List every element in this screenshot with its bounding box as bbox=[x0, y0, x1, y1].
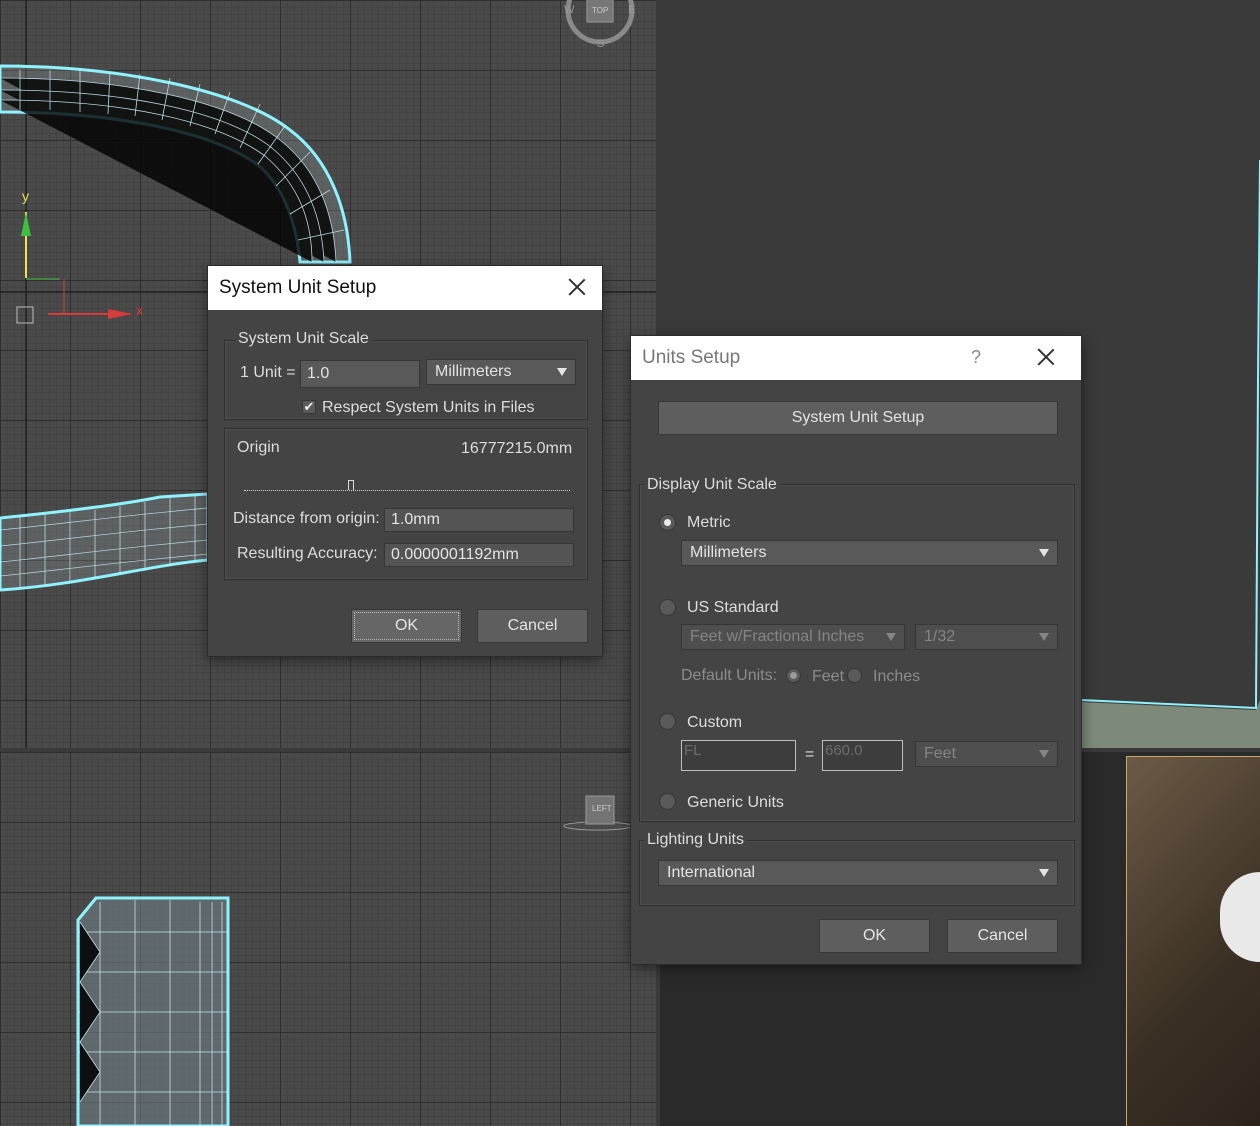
custom-unit-dropdown[interactable]: Feet bbox=[915, 741, 1058, 767]
dialog-title: System Unit Setup bbox=[219, 277, 377, 298]
feet-radio[interactable] bbox=[786, 668, 801, 683]
us-standard-radio[interactable] bbox=[659, 599, 676, 616]
chevron-down-icon bbox=[886, 633, 896, 641]
wireframe-column bbox=[76, 795, 633, 1126]
viewport-left[interactable]: LEFT bbox=[0, 752, 656, 1126]
distance-field: 1.0mm bbox=[384, 508, 574, 532]
default-units-label: Default Units: bbox=[681, 667, 778, 684]
generic-units-radio[interactable] bbox=[659, 793, 676, 810]
display-unit-scale-group bbox=[639, 484, 1075, 822]
viewcube-e-label: E bbox=[628, 4, 636, 16]
units-setup-dialog: Units Setup ? System Unit Setup Display … bbox=[631, 336, 1081, 964]
origin-slider-handle[interactable] bbox=[348, 480, 354, 490]
axis-x-label: x bbox=[136, 302, 143, 318]
custom-name-input[interactable]: FL bbox=[681, 740, 796, 771]
metric-unit-dropdown[interactable]: Millimeters bbox=[681, 540, 1058, 566]
close-icon[interactable] bbox=[566, 276, 588, 298]
lighting-units-label: Lighting Units bbox=[644, 831, 747, 849]
distance-label: Distance from origin: bbox=[233, 510, 380, 527]
custom-unit-value: Feet bbox=[924, 745, 957, 762]
viewcube-w-label: W bbox=[564, 4, 575, 16]
us-unit-dropdown[interactable]: Feet w/Fractional Inches bbox=[681, 624, 905, 650]
close-icon[interactable] bbox=[1035, 346, 1057, 368]
system-unit-scale-label: System Unit Scale bbox=[235, 330, 372, 348]
dialog-title: Units Setup bbox=[642, 347, 741, 368]
metric-unit-value: Millimeters bbox=[690, 544, 767, 561]
respect-units-checkbox[interactable]: ✔ bbox=[302, 400, 316, 414]
us-fraction-value: 1/32 bbox=[924, 628, 956, 645]
help-button[interactable]: ? bbox=[971, 347, 981, 368]
accuracy-label: Resulting Accuracy: bbox=[237, 545, 378, 562]
chevron-down-icon bbox=[1039, 633, 1049, 641]
system-unit-setup-titlebar[interactable]: System Unit Setup bbox=[208, 266, 602, 310]
system-unit-setup-dialog: System Unit Setup System Unit Scale 1 Un… bbox=[208, 266, 602, 656]
ok-button[interactable]: OK bbox=[819, 919, 930, 953]
unit-type-dropdown[interactable]: Millimeters bbox=[426, 359, 576, 385]
system-unit-setup-button[interactable]: System Unit Setup bbox=[658, 401, 1058, 435]
viewcube-top[interactable]: W TOP E S bbox=[560, 0, 640, 50]
metric-label: Metric bbox=[687, 514, 731, 531]
generic-units-label: Generic Units bbox=[687, 794, 784, 811]
units-setup-titlebar[interactable]: Units Setup ? bbox=[631, 336, 1081, 380]
custom-radio[interactable] bbox=[659, 713, 676, 730]
chevron-down-icon bbox=[1039, 549, 1049, 557]
chevron-down-icon bbox=[1039, 750, 1049, 758]
display-unit-scale-label: Display Unit Scale bbox=[644, 476, 780, 494]
cancel-button[interactable]: Cancel bbox=[947, 919, 1058, 953]
axis-y-label: y bbox=[22, 188, 29, 204]
inches-label: Inches bbox=[873, 668, 921, 685]
origin-label: Origin bbox=[237, 439, 280, 456]
equals-label: = bbox=[805, 746, 815, 763]
origin-value: 16777215.0mm bbox=[461, 440, 573, 457]
chevron-down-icon bbox=[557, 368, 567, 376]
cancel-button[interactable]: Cancel bbox=[477, 609, 588, 643]
ok-button[interactable]: OK bbox=[351, 609, 462, 643]
unit-equals-label: 1 Unit = bbox=[240, 364, 296, 381]
us-standard-label: US Standard bbox=[687, 599, 779, 616]
us-fraction-dropdown[interactable]: 1/32 bbox=[915, 624, 1058, 650]
chevron-down-icon bbox=[1039, 869, 1049, 877]
custom-label: Custom bbox=[687, 714, 743, 731]
custom-value-input[interactable]: 660.0 bbox=[822, 740, 903, 771]
inches-radio[interactable] bbox=[847, 668, 862, 683]
respect-units-label: Respect System Units in Files bbox=[322, 399, 535, 416]
viewcube-left-label[interactable]: LEFT bbox=[592, 804, 612, 813]
lighting-units-dropdown[interactable]: International bbox=[658, 860, 1058, 886]
origin-slider[interactable] bbox=[244, 476, 570, 491]
feet-label: Feet bbox=[812, 668, 845, 685]
us-unit-value: Feet w/Fractional Inches bbox=[690, 628, 865, 645]
unit-type-value: Millimeters bbox=[435, 363, 512, 380]
unit-value-input[interactable]: 1.0 bbox=[300, 360, 420, 388]
viewcube-s-label: S bbox=[597, 38, 605, 50]
viewcube-face-label: TOP bbox=[592, 6, 609, 15]
lighting-units-value: International bbox=[667, 864, 756, 881]
accuracy-field: 0.0000001192mm bbox=[384, 543, 574, 567]
metric-radio[interactable] bbox=[659, 514, 676, 531]
